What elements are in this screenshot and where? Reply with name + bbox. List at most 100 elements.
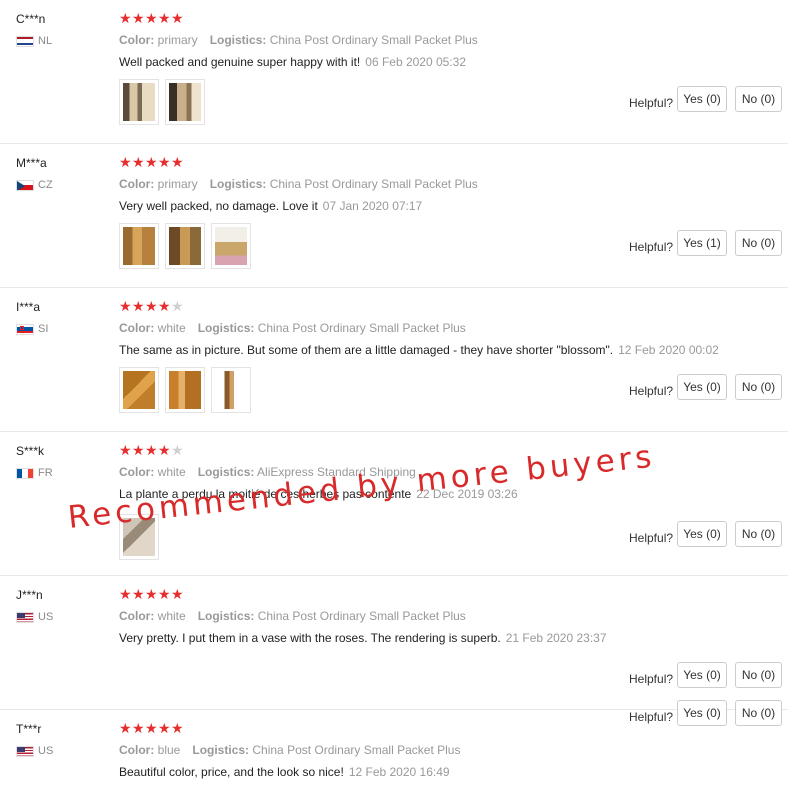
star-icon: ★	[132, 587, 145, 603]
star-icon: ★	[158, 721, 171, 737]
color-label: Color:	[119, 321, 155, 335]
helpful-yes-button[interactable]: Yes (0)	[677, 662, 727, 688]
color-value: primary	[157, 177, 198, 191]
helpful-no-button[interactable]: No (0)	[735, 86, 782, 112]
color-value: white	[157, 321, 186, 335]
country-code: FR	[38, 467, 53, 479]
si-flag-icon	[16, 323, 34, 335]
country-code: US	[38, 745, 54, 757]
star-icon: ★	[119, 721, 132, 737]
helpful-no-button[interactable]: No (0)	[735, 374, 782, 400]
helpful-yes-button[interactable]: Yes (0)	[677, 521, 727, 547]
star-icon: ★	[132, 443, 145, 459]
reviewer-info: T***r US	[16, 722, 53, 757]
star-icon: ★	[145, 721, 158, 737]
star-icon: ★	[119, 587, 132, 603]
star-icon: ★	[145, 587, 158, 603]
star-icon: ★	[171, 721, 184, 737]
review-photo	[215, 371, 247, 409]
country-code: NL	[38, 35, 53, 47]
review-body: ★ ★ ★ ★ ★ Color: white Logistics: China Post O…	[119, 300, 779, 357]
review-photo	[169, 371, 201, 409]
reviewer-info: S***k FR	[16, 444, 53, 479]
review-photo-thumbnail[interactable]	[211, 223, 251, 269]
logistics-value: China Post Ordinary Small Packet Plus	[269, 177, 478, 191]
review-photo-thumbnail[interactable]	[165, 367, 205, 413]
logistics-label: Logistics:	[197, 465, 255, 479]
star-icon: ★	[119, 155, 132, 171]
review-photos	[119, 79, 211, 125]
review-photo-thumbnail[interactable]	[165, 223, 205, 269]
helpful-label: Helpful?	[629, 384, 674, 398]
color-value: white	[157, 609, 186, 623]
reviewer-info: C***n NL	[16, 12, 52, 47]
review-photo	[169, 227, 201, 265]
review-text: Very well packed, no damage. Love it	[119, 199, 318, 213]
color-value: blue	[157, 743, 181, 757]
review-photo-thumbnail[interactable]	[119, 79, 159, 125]
star-icon: ★	[158, 443, 171, 459]
review-photo-thumbnail[interactable]	[211, 367, 251, 413]
review-meta: Color: primary Logistics: China Post Ordi…	[119, 177, 779, 191]
helpful-label: Helpful?	[629, 240, 674, 254]
review-photo-thumbnail[interactable]	[165, 79, 205, 125]
star-icon: ★	[119, 11, 132, 27]
star-icon: ★	[145, 155, 158, 171]
reviewer-country: CZ	[16, 179, 53, 191]
logistics-value: China Post Ordinary Small Packet Plus	[269, 33, 478, 47]
helpful-yes-button[interactable]: Yes (0)	[677, 86, 727, 112]
star-icon: ★	[171, 299, 184, 315]
reviewer-info: I***a SI	[16, 300, 48, 335]
review-item: T***r US ★ ★ ★ ★ ★ Color: blue Logistics: China …	[0, 700, 788, 800]
reviewer-country: US	[16, 745, 53, 757]
review-meta: Color: white Logistics: China Post Ordina…	[119, 321, 779, 335]
review-item: M***a CZ ★ ★ ★ ★ ★ Color: primary Logistics: Chi…	[0, 144, 788, 288]
helpful-label: Helpful?	[629, 672, 674, 686]
logistics-value: China Post Ordinary Small Packet Plus	[252, 743, 461, 757]
color-label: Color:	[119, 33, 155, 47]
helpful-no-button[interactable]: No (0)	[735, 521, 782, 547]
review-photos	[119, 223, 257, 269]
star-rating: ★ ★ ★ ★ ★	[119, 12, 779, 26]
logistics-label: Logistics:	[197, 321, 255, 335]
review-date: 12 Feb 2020 00:02	[618, 343, 719, 357]
star-icon: ★	[132, 299, 145, 315]
nl-flag-icon	[16, 35, 34, 47]
review-item: J***n US ★ ★ ★ ★ ★ Color: white Logistics: China…	[0, 576, 788, 710]
star-icon: ★	[119, 443, 132, 459]
review-date: 12 Feb 2020 16:49	[348, 765, 450, 779]
us-flag-icon	[16, 611, 34, 623]
star-icon: ★	[158, 11, 171, 27]
cz-flag-icon	[16, 179, 34, 191]
star-icon: ★	[132, 155, 145, 171]
color-label: Color:	[119, 743, 155, 757]
star-icon: ★	[171, 443, 184, 459]
review-photo-thumbnail[interactable]	[119, 367, 159, 413]
helpful-no-button[interactable]: No (0)	[735, 662, 782, 688]
star-icon: ★	[171, 11, 184, 27]
color-label: Color:	[119, 609, 155, 623]
star-icon: ★	[132, 11, 145, 27]
review-text-line: The same as in picture. But some of them…	[119, 343, 779, 357]
reviewer-country: US	[16, 611, 53, 623]
helpful-no-button[interactable]: No (0)	[735, 230, 782, 256]
logistics-label: Logistics:	[209, 33, 267, 47]
star-icon: ★	[145, 11, 158, 27]
star-icon: ★	[158, 155, 171, 171]
country-code: SI	[38, 323, 49, 335]
logistics-label: Logistics:	[197, 609, 255, 623]
country-code: US	[38, 611, 54, 623]
helpful-yes-button[interactable]: Yes (0)	[677, 700, 727, 726]
star-rating: ★ ★ ★ ★ ★	[119, 588, 779, 602]
helpful-yes-button[interactable]: Yes (1)	[677, 230, 727, 256]
review-text-line: Very pretty. I put them in a vase with t…	[119, 631, 779, 645]
logistics-label: Logistics:	[192, 743, 250, 757]
review-body: ★ ★ ★ ★ ★ Color: primary Logistics: China Post…	[119, 12, 779, 69]
review-date: 21 Feb 2020 23:37	[505, 631, 607, 645]
review-item: C***n NL ★ ★ ★ ★ ★ Color: primary Logistics: Chi…	[0, 0, 788, 144]
reviewer-country: NL	[16, 35, 52, 47]
review-photo-thumbnail[interactable]	[119, 223, 159, 269]
helpful-yes-button[interactable]: Yes (0)	[677, 374, 727, 400]
helpful-no-button[interactable]: No (0)	[735, 700, 782, 726]
star-icon: ★	[171, 587, 184, 603]
